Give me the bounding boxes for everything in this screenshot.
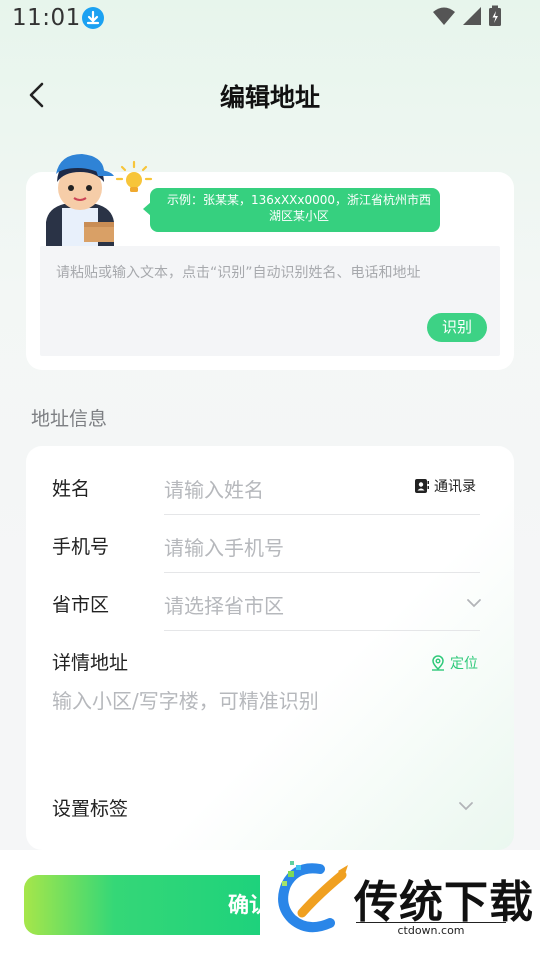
- signal-icon: [462, 6, 482, 30]
- download-icon: [82, 7, 104, 29]
- name-label: 姓名: [52, 478, 91, 500]
- chevron-down-icon[interactable]: [458, 798, 474, 814]
- section-title: 地址信息: [31, 408, 108, 430]
- tag-label: 设置标签: [52, 798, 129, 820]
- locate-label: 定位: [450, 656, 478, 672]
- paste-placeholder: 请粘贴或输入文本，点击“识别”自动识别姓名、电话和地址: [56, 265, 421, 281]
- location-pin-icon: [432, 655, 444, 671]
- watermark-brand: 传统下载: [354, 877, 534, 928]
- contacts-button[interactable]: 通讯录: [414, 476, 476, 496]
- watermark-site: ctdown.com: [356, 922, 506, 937]
- recognize-button[interactable]: 识别: [427, 313, 487, 342]
- paste-textarea[interactable]: 请粘贴或输入文本，点击“识别”自动识别姓名、电话和地址: [40, 246, 500, 356]
- status-bar: 11:01: [0, 0, 540, 40]
- address-book-icon: [415, 479, 429, 493]
- divider: [164, 630, 480, 631]
- example-tip: 示例：张某某，136xXXx0000，浙江省杭州市西湖区某小区: [143, 188, 440, 232]
- status-time: 11:01: [12, 5, 81, 31]
- watermark-logo-icon: [278, 861, 348, 933]
- page-title: 编辑地址: [219, 83, 320, 112]
- name-input[interactable]: 请输入姓名: [164, 474, 264, 503]
- region-label: 省市区: [52, 594, 110, 616]
- contacts-label: 通讯录: [434, 479, 476, 495]
- battery-icon: [488, 5, 502, 31]
- region-select[interactable]: 请选择省市区: [164, 590, 284, 619]
- delivery-mascot-icon: [40, 150, 120, 248]
- phone-label: 手机号: [52, 536, 110, 558]
- locate-button[interactable]: 定位: [430, 653, 478, 673]
- detail-label: 详情地址: [52, 652, 129, 674]
- chevron-down-icon[interactable]: [466, 595, 482, 611]
- wifi-icon: [432, 6, 456, 30]
- detail-address-input[interactable]: 输入小区/写字楼，可精准识别: [52, 685, 319, 714]
- divider: [164, 514, 480, 515]
- divider: [164, 572, 480, 573]
- lightbulb-icon: [114, 160, 154, 200]
- phone-input[interactable]: 请输入手机号: [164, 532, 284, 561]
